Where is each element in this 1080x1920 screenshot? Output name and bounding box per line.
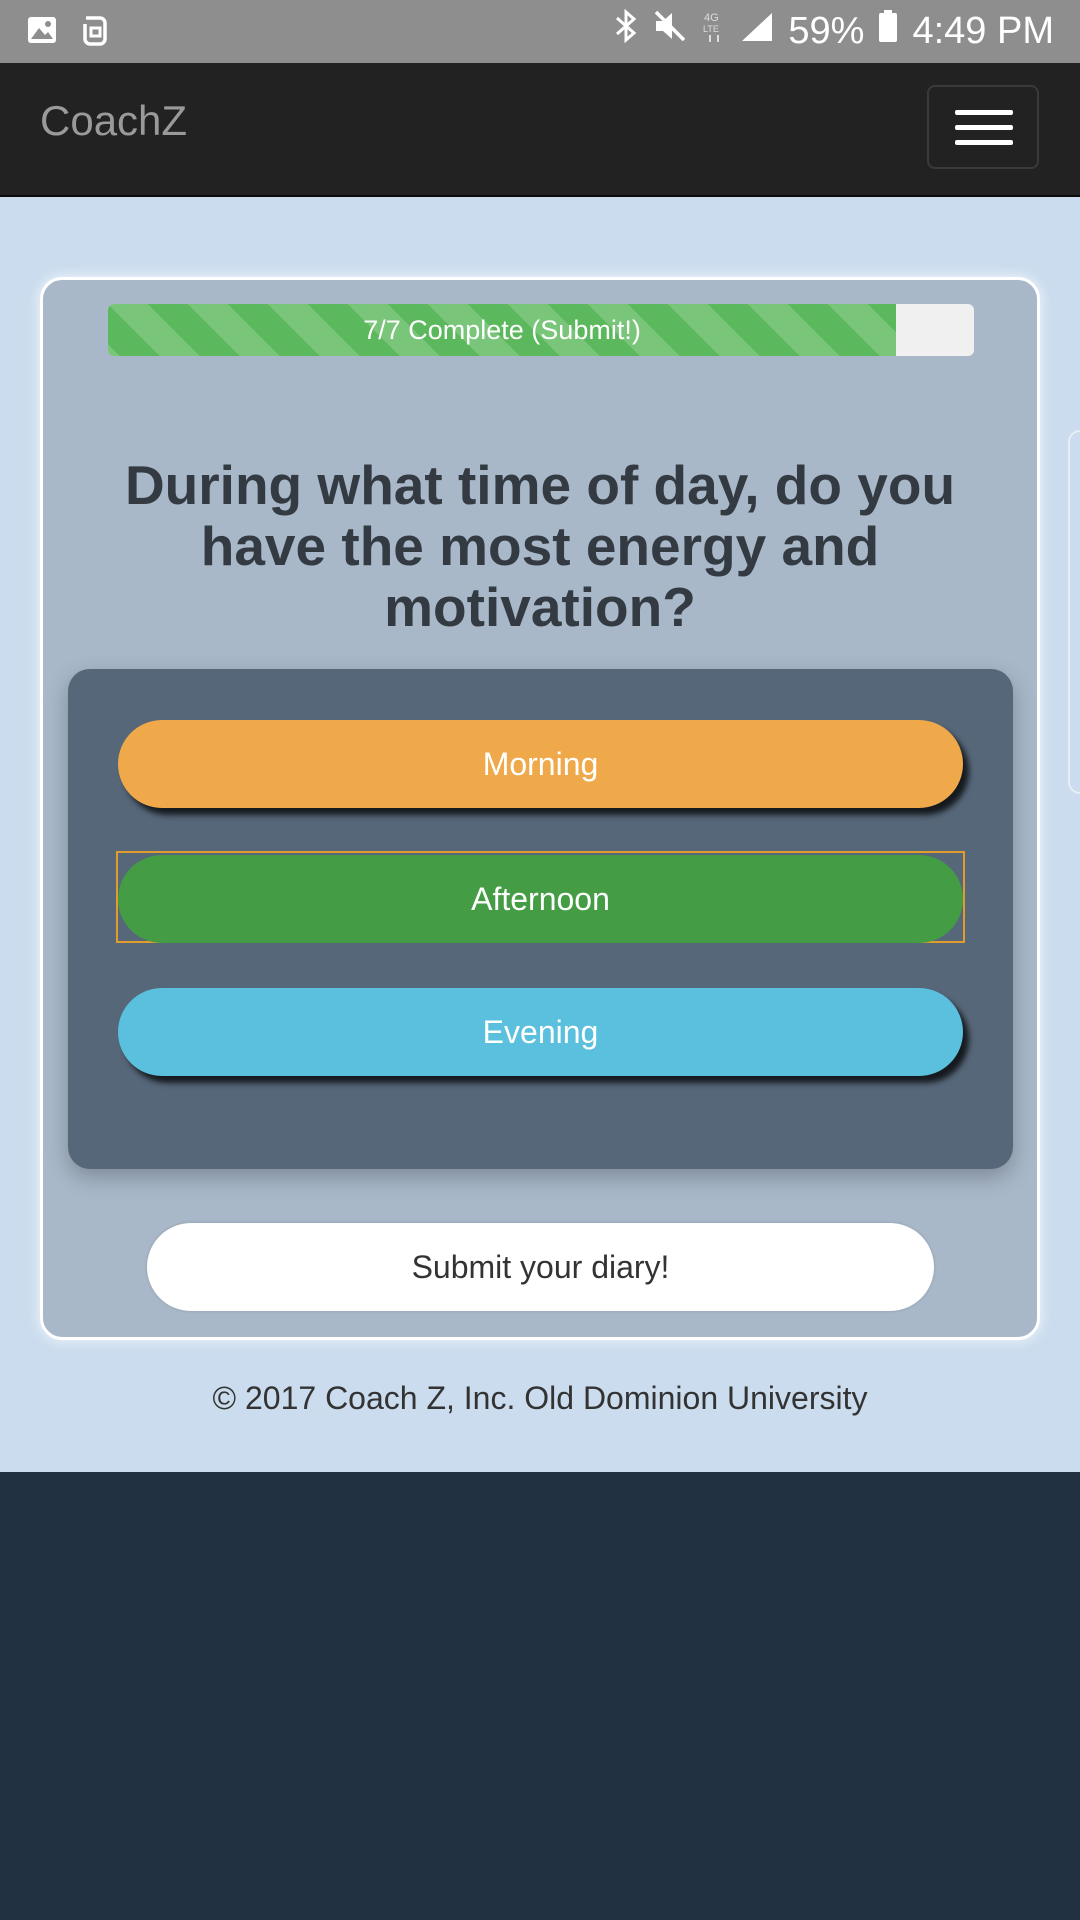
progress-label: 7/7 Complete (Submit!) [363,315,641,345]
battery-icon [878,8,898,54]
question-text: During what time of day, do you have the… [124,454,956,638]
option-morning-button[interactable]: Morning [118,720,963,808]
notification-app-icon [80,14,110,53]
footer-copyright: © 2017 Coach Z, Inc. Old Dominion Univer… [212,1380,868,1416]
side-panel-edge[interactable] [1068,430,1080,794]
signal-icon [740,10,774,53]
clock: 4:49 PM [912,9,1054,52]
progress-bar: 7/7 Complete (Submit!) [108,304,974,356]
menu-toggle-button[interactable] [927,85,1039,169]
svg-text:LTE: LTE [703,24,719,34]
hamburger-icon-bar [955,125,1013,130]
svg-text:4G: 4G [704,12,719,24]
mute-icon [652,8,688,54]
gallery-icon [26,14,58,53]
top-navbar: CoachZ [0,63,1080,197]
status-bar: 4G LTE 59% 4:49 PM [0,0,1080,63]
battery-percent: 59% [788,9,865,52]
bluetooth-icon [614,8,638,54]
hamburger-icon [955,110,1013,115]
brand-logo[interactable]: CoachZ [40,97,187,145]
option-evening-button[interactable]: Evening [118,988,963,1076]
option-afternoon-button[interactable]: Afternoon [118,855,963,943]
submit-diary-button[interactable]: Submit your diary! [147,1223,934,1311]
hamburger-icon-bar [955,140,1013,145]
lte-icon: 4G LTE [702,8,726,54]
